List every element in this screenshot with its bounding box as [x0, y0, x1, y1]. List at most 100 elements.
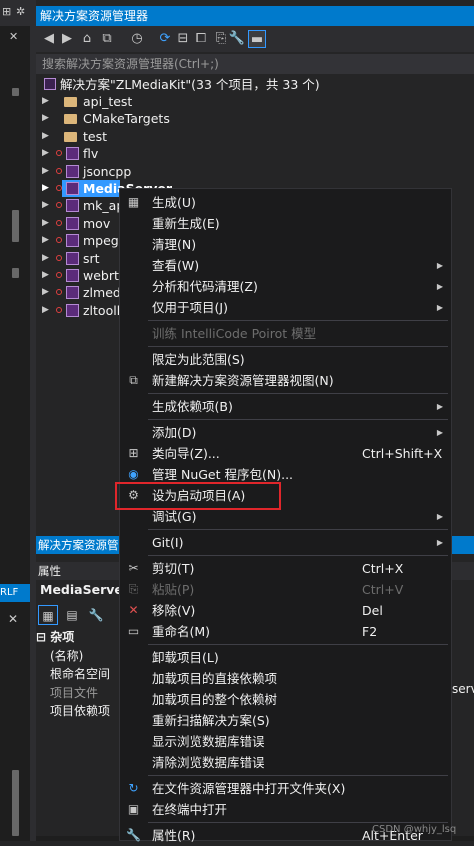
- tree-item[interactable]: ▶ CMakeTargets: [36, 110, 170, 127]
- line-ending-status[interactable]: RLF: [0, 584, 30, 602]
- property-pages-icon[interactable]: 🔧: [86, 605, 106, 625]
- back-icon[interactable]: ◀: [40, 30, 58, 48]
- menu-item[interactable]: 加载项目的直接依赖项: [120, 668, 451, 689]
- show-all-files-icon[interactable]: ⧠: [192, 30, 210, 48]
- menu-item[interactable]: 限定为此范围(S): [120, 349, 451, 370]
- cpp-project-icon: [66, 216, 79, 230]
- submenu-arrow-icon: ▶: [436, 538, 443, 547]
- left-panel-close-icon[interactable]: ✕: [8, 612, 18, 626]
- watermark: CSDN @whjy_lsq: [372, 824, 457, 835]
- solution-explorer-toolbar: ◀ ▶ ⌂ ⧉ ◷ ⟳ ⊟ ⧠ ⎘ 🔧 ▬: [36, 26, 474, 52]
- expand-arrow-icon[interactable]: ▶: [42, 180, 52, 197]
- menu-item[interactable]: 显示浏览数据库错误: [120, 731, 451, 752]
- tree-item[interactable]: ▶ flv: [36, 145, 136, 162]
- preview-selected-icon[interactable]: ▬: [248, 30, 266, 48]
- menu-item[interactable]: ▭ 重命名(M) F2: [120, 621, 451, 642]
- menu-item[interactable]: ✕ 移除(V) Del: [120, 600, 451, 621]
- collapse-all-icon[interactable]: ⊟: [174, 30, 192, 48]
- expand-arrow-icon[interactable]: ▶: [42, 250, 52, 267]
- property-row[interactable]: 根命名空间: [50, 665, 110, 683]
- menu-item[interactable]: 加载项目的整个依赖树: [120, 689, 451, 710]
- settings-icon[interactable]: ✲: [16, 5, 25, 18]
- property-label: (名称): [50, 648, 84, 663]
- menu-item[interactable]: ✂ 剪切(T) Ctrl+X: [120, 558, 451, 579]
- menu-item[interactable]: 查看(W) ▶: [120, 255, 451, 276]
- menu-item-label: 限定为此范围(S): [152, 352, 245, 367]
- remove-icon: ✕: [128, 603, 139, 617]
- build-icon: ▦: [127, 195, 140, 209]
- property-row[interactable]: 项目依赖项: [50, 702, 110, 720]
- menu-item[interactable]: 添加(D) ▶: [120, 422, 451, 443]
- pin-icon[interactable]: ⊞: [2, 5, 11, 18]
- tree-item[interactable]: ▶ api_test: [36, 93, 136, 110]
- pending-changes-icon[interactable]: ◷: [128, 30, 146, 48]
- menu-item-label: 分析和代码清理(Z): [152, 279, 258, 294]
- expand-arrow-icon[interactable]: ▶: [42, 284, 52, 301]
- expand-arrow-icon[interactable]: ▶: [42, 267, 52, 284]
- cpp-project-icon: [66, 269, 79, 282]
- status-dot-icon: [56, 219, 62, 226]
- menu-item-label: 剪切(T): [152, 561, 195, 576]
- left-scrollbar-thumb-3[interactable]: [12, 268, 19, 278]
- tree-item[interactable]: ▶ jsoncpp: [36, 163, 136, 180]
- solution-search-input[interactable]: 搜索解决方案资源管理器(Ctrl+;): [36, 54, 474, 74]
- menu-item[interactable]: 仅用于项目(J) ▶: [120, 297, 451, 318]
- left-scrollbar-thumb-2[interactable]: [12, 210, 19, 242]
- menu-item-label: 属性(R): [152, 828, 196, 843]
- menu-item[interactable]: ▦ 生成(U): [120, 192, 451, 213]
- menu-item[interactable]: Git(I) ▶: [120, 532, 451, 553]
- left-lower-scrollbar-thumb[interactable]: [12, 770, 19, 836]
- cpp-project-icon: [66, 286, 79, 300]
- solution-node[interactable]: 解决方案"ZLMediaKit"(33 个项目，共 33 个): [36, 76, 474, 93]
- expand-arrow-icon[interactable]: ▶: [42, 302, 52, 319]
- property-row[interactable]: (名称): [50, 647, 83, 665]
- tree-item[interactable]: ▶MediaServer: [36, 180, 172, 197]
- tree-item-label: api_test: [83, 94, 133, 109]
- solution-icon: [44, 78, 56, 90]
- tree-item-label: mpeg: [83, 233, 119, 249]
- collapse-toggle-icon[interactable]: ⊟: [36, 630, 50, 644]
- expand-arrow-icon[interactable]: ▶: [42, 197, 52, 214]
- expand-arrow-icon[interactable]: ▶: [42, 110, 52, 127]
- property-row[interactable]: ⊟ 杂项: [36, 628, 74, 646]
- tree-item[interactable]: ▶ test: [36, 128, 136, 145]
- properties-wrench-icon[interactable]: 🔧: [228, 30, 246, 48]
- property-value-cutoff: serv: [452, 682, 474, 696]
- menu-item[interactable]: 清理(N): [120, 234, 451, 255]
- sync-icon[interactable]: ⟳: [156, 30, 174, 48]
- menu-item[interactable]: 分析和代码清理(Z) ▶: [120, 276, 451, 297]
- left-scrollbar-thumb[interactable]: [12, 88, 19, 96]
- alphabetical-icon[interactable]: ▤: [62, 605, 82, 625]
- submenu-arrow-icon: ▶: [436, 402, 443, 411]
- forward-icon[interactable]: ▶: [58, 30, 76, 48]
- expand-arrow-icon[interactable]: ▶: [42, 163, 52, 180]
- menu-item-shortcut: Ctrl+X: [362, 561, 404, 576]
- expand-arrow-icon[interactable]: ▶: [42, 215, 52, 232]
- expand-arrow-icon[interactable]: ▶: [42, 145, 52, 162]
- menu-item[interactable]: 重新生成(E): [120, 213, 451, 234]
- tree-item-label: test: [83, 128, 108, 144]
- highlight-box: [115, 482, 281, 510]
- menu-item[interactable]: ▣ 在终端中打开: [120, 799, 451, 820]
- expand-arrow-icon[interactable]: ▶: [42, 232, 52, 249]
- expand-arrow-icon[interactable]: ▶: [42, 128, 52, 145]
- property-row[interactable]: 项目文件: [50, 684, 98, 702]
- menu-item[interactable]: ⊞ 类向导(Z)... Ctrl+Shift+X: [120, 443, 451, 464]
- menu-item[interactable]: ↻ 在文件资源管理器中打开文件夹(X): [120, 778, 451, 799]
- expand-arrow-icon[interactable]: ▶: [42, 93, 52, 110]
- cpp-project-icon: [66, 303, 79, 317]
- menu-item[interactable]: 卸载项目(L): [120, 647, 451, 668]
- left-close-icon[interactable]: ✕: [9, 30, 18, 43]
- switch-views-icon[interactable]: ⧉: [98, 30, 116, 48]
- menu-item-label: 粘贴(P): [152, 582, 195, 597]
- status-dot-icon: [56, 150, 62, 157]
- cpp-project-icon: [66, 234, 79, 248]
- home-icon[interactable]: ⌂: [78, 30, 96, 48]
- menu-item[interactable]: 重新扫描解决方案(S): [120, 710, 451, 731]
- menu-separator: [148, 822, 448, 823]
- menu-item[interactable]: 清除浏览数据库错误: [120, 752, 451, 773]
- categorized-icon[interactable]: ▦: [38, 605, 58, 625]
- menu-item[interactable]: ⧉ 新建解决方案资源管理器视图(N): [120, 370, 451, 391]
- menu-item-label: 加载项目的整个依赖树: [152, 692, 278, 707]
- menu-item[interactable]: 生成依赖项(B) ▶: [120, 396, 451, 417]
